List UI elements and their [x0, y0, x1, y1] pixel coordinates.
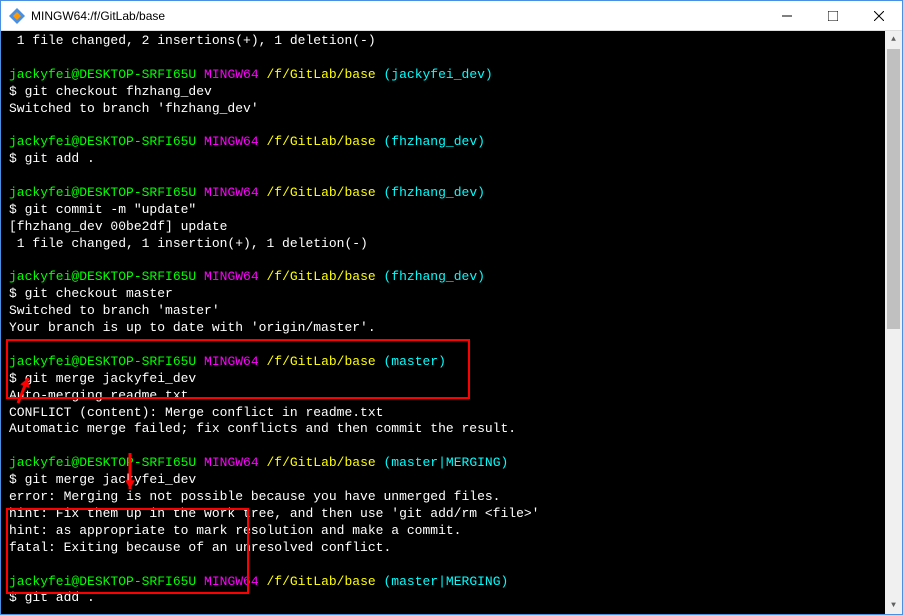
terminal-line: [fhzhang_dev 00be2df] update [9, 219, 894, 236]
terminal-line: $ git add . [9, 151, 894, 168]
terminal-line: hint: Fix them up in the work tree, and … [9, 506, 894, 523]
terminal-line: $ git add . [9, 590, 894, 607]
terminal-line: Your branch is up to date with 'origin/m… [9, 320, 894, 337]
terminal-line: jackyfei@DESKTOP-SRFI65U MINGW64 /f/GitL… [9, 269, 894, 286]
scrollbar-thumb[interactable] [887, 49, 900, 329]
terminal-line: $ git commit -m "update" [9, 202, 894, 219]
window: MINGW64:/f/GitLab/base 1 file changed, 2… [0, 0, 903, 615]
terminal-line: jackyfei@DESKTOP-SRFI65U MINGW64 /f/GitL… [9, 354, 894, 371]
terminal-line: error: Merging is not possible because y… [9, 489, 894, 506]
terminal-line: jackyfei@DESKTOP-SRFI65U MINGW64 /f/GitL… [9, 185, 894, 202]
terminal-line [9, 168, 894, 185]
terminal-line: 1 file changed, 1 insertion(+), 1 deleti… [9, 236, 894, 253]
terminal-line [9, 117, 894, 134]
scrollbar[interactable]: ▲ ▼ [885, 31, 902, 614]
terminal-line: $ git checkout fhzhang_dev [9, 84, 894, 101]
terminal-line: $ git merge jackyfei_dev [9, 371, 894, 388]
terminal-line: hint: as appropriate to mark resolution … [9, 523, 894, 540]
terminal-wrapper: 1 file changed, 2 insertions(+), 1 delet… [1, 31, 902, 614]
scroll-down-arrow[interactable]: ▼ [885, 597, 902, 614]
scroll-up-arrow[interactable]: ▲ [885, 31, 902, 48]
terminal-line [9, 438, 894, 455]
terminal-line: jackyfei@DESKTOP-SRFI65U MINGW64 /f/GitL… [9, 455, 894, 472]
terminal-line: $ git checkout master [9, 286, 894, 303]
window-controls [764, 1, 902, 31]
terminal-line: $ git merge jackyfei_dev [9, 472, 894, 489]
terminal-line: Switched to branch 'fhzhang_dev' [9, 101, 894, 118]
titlebar[interactable]: MINGW64:/f/GitLab/base [1, 1, 902, 31]
terminal-line: 1 file changed, 2 insertions(+), 1 delet… [9, 33, 894, 50]
terminal-line [9, 253, 894, 270]
terminal-line: Auto-merging readme.txt [9, 388, 894, 405]
terminal-line: jackyfei@DESKTOP-SRFI65U MINGW64 /f/GitL… [9, 67, 894, 84]
terminal-line: Automatic merge failed; fix conflicts an… [9, 421, 894, 438]
terminal-line: Switched to branch 'master' [9, 303, 894, 320]
terminal[interactable]: 1 file changed, 2 insertions(+), 1 delet… [1, 31, 902, 614]
terminal-line [9, 557, 894, 574]
terminal-line: jackyfei@DESKTOP-SRFI65U MINGW64 /f/GitL… [9, 574, 894, 591]
terminal-line [9, 50, 894, 67]
terminal-line: CONFLICT (content): Merge conflict in re… [9, 405, 894, 422]
app-icon [9, 8, 25, 24]
terminal-line: jackyfei@DESKTOP-SRFI65U MINGW64 /f/GitL… [9, 134, 894, 151]
terminal-line: fatal: Exiting because of an unresolved … [9, 540, 894, 557]
terminal-line [9, 337, 894, 354]
terminal-line [9, 607, 894, 614]
minimize-button[interactable] [764, 1, 810, 31]
maximize-button[interactable] [810, 1, 856, 31]
window-title: MINGW64:/f/GitLab/base [31, 9, 764, 23]
close-button[interactable] [856, 1, 902, 31]
